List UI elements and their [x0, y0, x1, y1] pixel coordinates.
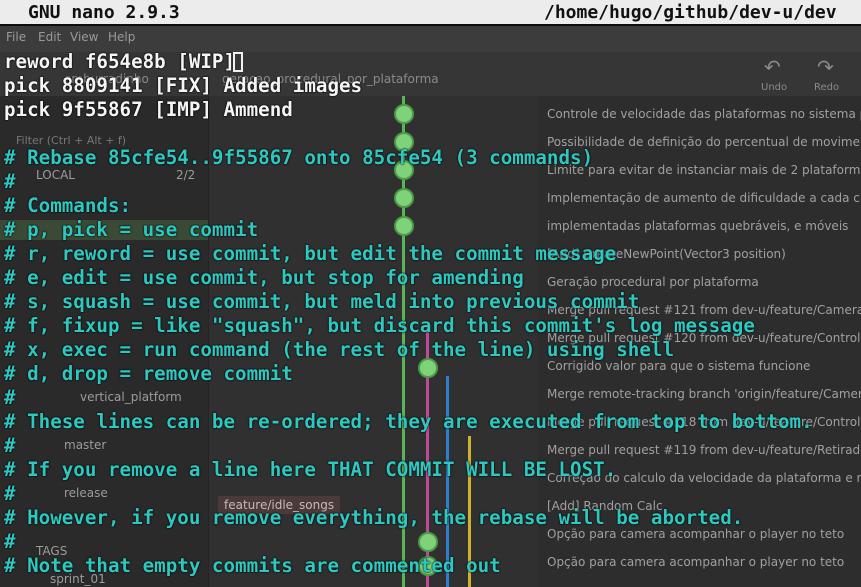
editor-line[interactable]: # If you remove a line here THAT COMMIT … — [4, 458, 616, 482]
editor-line[interactable]: # — [4, 482, 16, 506]
editor-line[interactable]: # e, edit = use commit, but stop for ame… — [4, 266, 524, 290]
nano-title-bar: GNU nano 2.9.3 /home/hugo/github/dev-u/d… — [0, 0, 861, 24]
editor-line[interactable]: # Rebase 85cfe54..9f55867 onto 85cfe54 (… — [4, 146, 593, 170]
editor-line[interactable]: # f, fixup = like "squash", but discard … — [4, 314, 755, 338]
editor-line[interactable]: reword f654e8b [WIP] — [4, 50, 235, 74]
editor-line[interactable]: # x, exec = run command (the rest of the… — [4, 338, 674, 362]
editor-line[interactable]: # — [4, 170, 16, 194]
nano-version-title: GNU nano 2.9.3 — [28, 2, 180, 23]
editor-line[interactable]: # Commands: — [4, 194, 131, 218]
editor-line[interactable]: # Note that empty commits are commented … — [4, 554, 501, 578]
editor-line[interactable]: pick 8809141 [FIX] Added images — [4, 74, 362, 98]
editor-line[interactable]: # p, pick = use commit — [4, 218, 258, 242]
editor-line[interactable]: pick 9f55867 [IMP] Ammend — [4, 98, 293, 122]
editor-line[interactable]: # — [4, 434, 16, 458]
nano-file-path: /home/hugo/github/dev-u/dev — [544, 2, 837, 23]
title-bar-divider — [0, 24, 861, 26]
editor-line[interactable]: # — [4, 386, 16, 410]
editor-line[interactable]: # d, drop = remove commit — [4, 362, 293, 386]
editor-line[interactable]: # — [4, 530, 16, 554]
editor-line[interactable]: # These lines can be re-ordered; they ar… — [4, 410, 813, 434]
editor-line[interactable]: # s, squash = use commit, but meld into … — [4, 290, 639, 314]
text-cursor — [233, 52, 243, 72]
editor-line[interactable]: # r, reword = use commit, but edit the c… — [4, 242, 616, 266]
nano-terminal[interactable]: GNU nano 2.9.3 /home/hugo/github/dev-u/d… — [0, 0, 861, 587]
editor-line[interactable]: # However, if you remove everything, the… — [4, 506, 743, 530]
